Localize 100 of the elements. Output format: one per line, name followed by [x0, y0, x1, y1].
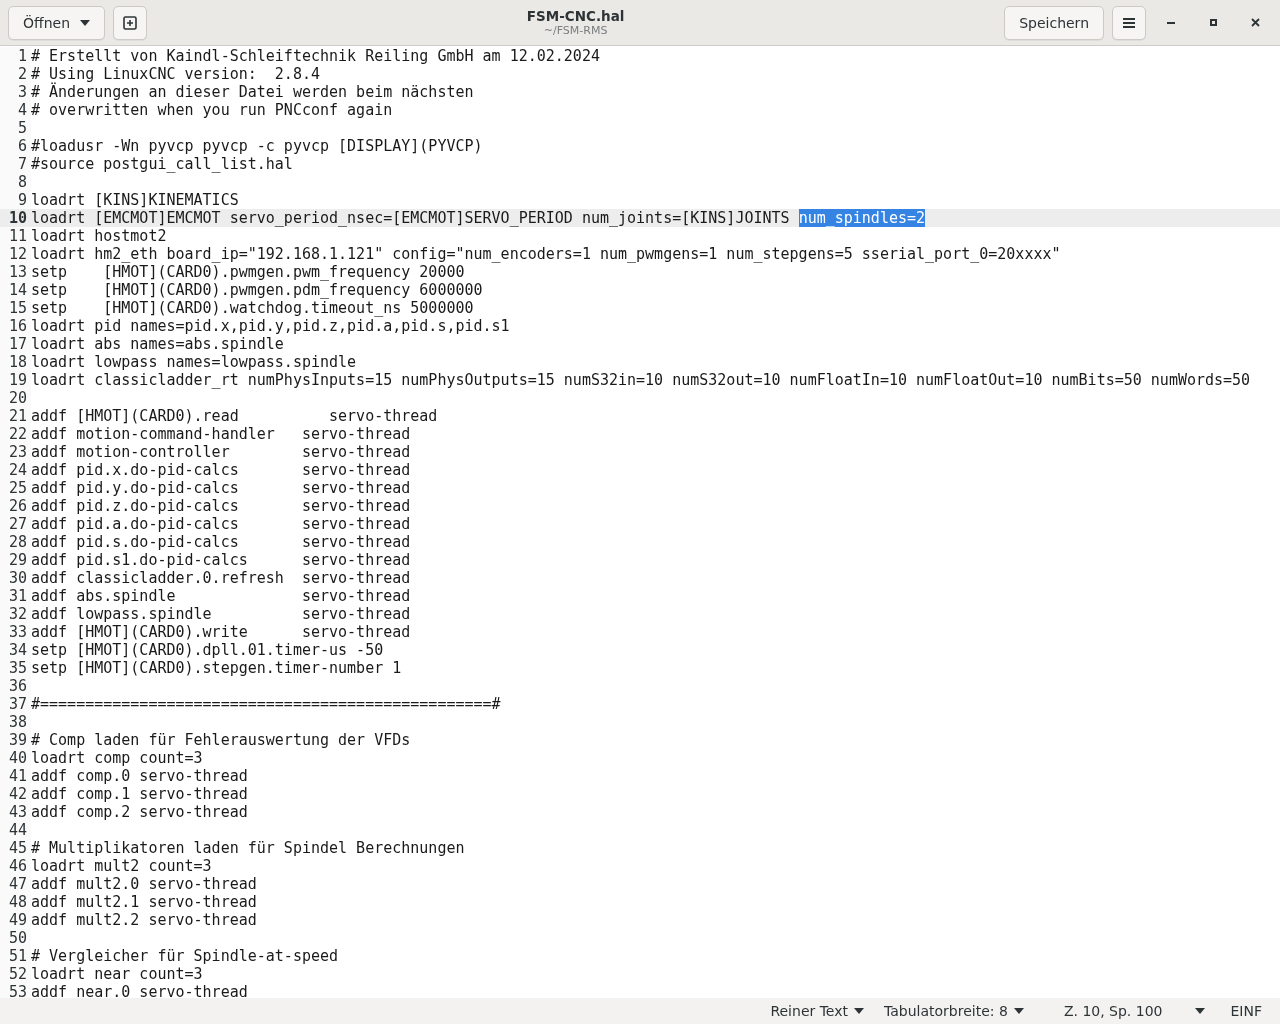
- line-number: 42: [0, 785, 31, 803]
- code-text: addf pid.s1.do-pid-calcs servo-thread: [31, 551, 411, 569]
- code-text: addf pid.x.do-pid-calcs servo-thread: [31, 461, 411, 479]
- line-number: 24: [0, 461, 31, 479]
- save-button[interactable]: Speichern: [1004, 5, 1104, 40]
- line-number: 22: [0, 425, 31, 443]
- line-number: 21: [0, 407, 31, 425]
- line-number: 20: [0, 389, 31, 407]
- code-text: loadrt comp count=3: [31, 749, 203, 767]
- file-path: ~/FSM-RMS: [543, 24, 608, 37]
- line-number: 30: [0, 569, 31, 587]
- window-title: FSM-CNC.hal: [526, 8, 625, 24]
- line-number: 27: [0, 515, 31, 533]
- line-number: 4: [0, 101, 31, 119]
- code-text: addf motion-controller servo-thread: [31, 443, 411, 461]
- line-number: 35: [0, 659, 31, 677]
- line-number: 6: [0, 137, 31, 155]
- code-text: #source postgui_call_list.hal: [31, 155, 293, 173]
- code-text: addf mult2.0 servo-thread: [31, 875, 257, 893]
- line-number: 1: [0, 47, 31, 65]
- code-text: loadrt hm2_eth board_ip="192.168.1.121" config="num_encoders=1 num_pwmgens=1 num_stepgens=5 sserial_port_0=20xxxx": [31, 245, 1061, 263]
- line-number: 9: [0, 191, 31, 209]
- code-text: # Comp laden für Fehlerauswertung der VFDs: [31, 731, 411, 749]
- caret-icon: [1194, 1008, 1205, 1014]
- code-text: addf lowpass.spindle servo-thread: [31, 605, 411, 623]
- line-number: 37: [0, 695, 31, 713]
- code-text: # Änderungen an dieser Datei werden beim nächsten: [31, 83, 474, 101]
- line-number: 12: [0, 245, 31, 263]
- line-number: 25: [0, 479, 31, 497]
- line-number: 17: [0, 335, 31, 353]
- code-text: loadrt mult2 count=3: [31, 857, 212, 875]
- code-text: # Erstellt von Kaindl-Schleiftechnik Reiling GmbH am 12.02.2024: [31, 47, 600, 65]
- code-text: addf pid.a.do-pid-calcs servo-thread: [31, 515, 411, 533]
- line-number: 41: [0, 767, 31, 785]
- code-text: setp [HMOT](CARD0).watchdog.timeout_ns 5000000: [31, 299, 474, 317]
- code-text: setp [HMOT](CARD0).pwmgen.pdm_frequency 6000000: [31, 281, 483, 299]
- code-text: addf comp.0 servo-thread: [31, 767, 248, 785]
- code-text: addf [HMOT](CARD0).read servo-thread: [31, 407, 438, 425]
- code-text: # Using LinuxCNC version: 2.8.4: [31, 65, 320, 83]
- code-text: #==================================================#: [31, 695, 501, 713]
- caret-icon: [1013, 1008, 1024, 1014]
- code-text: loadrt hostmot2: [31, 227, 167, 245]
- line-number: 10: [7, 209, 28, 227]
- line-number: 51: [0, 947, 31, 965]
- line-number: 18: [0, 353, 31, 371]
- line-number: 44: [0, 821, 31, 839]
- line-number: 33: [0, 623, 31, 641]
- code-text: # overwritten when you run PNCconf again: [31, 101, 393, 119]
- line-number: 49: [0, 911, 31, 929]
- code-text: addf comp.1 servo-thread: [31, 785, 248, 803]
- line-number: 2: [0, 65, 31, 83]
- line-number: 31: [0, 587, 31, 605]
- code-text: setp [HMOT](CARD0).pwmgen.pwm_frequency 20000: [31, 263, 465, 281]
- menu-button[interactable]: [1112, 5, 1146, 40]
- line-number: 29: [0, 551, 31, 569]
- line-number: 23: [0, 443, 31, 461]
- line-number: 38: [0, 713, 31, 731]
- line-number: 43: [0, 803, 31, 821]
- line-number: 45: [0, 839, 31, 857]
- maximize-icon: [1209, 19, 1217, 26]
- code-text: loadrt [EMCMOT]EMCMOT servo_period_nsec=[EMCMOT]SERVO_PERIOD num_joints=[KINS]JOINTS: [31, 209, 791, 227]
- tab-width-dropdown[interactable]: Tabulatorbreite: 8: [882, 1003, 1026, 1019]
- code-text: loadrt classicladder_rt numPhysInputs=15 numPhysOutputs=15 numS32in=10 numS32out=10 numFloatIn=10 numFloatOut=10 numBits=50 numWords=50: [31, 371, 1251, 389]
- code-text: #loadusr -Wn pyvcp pyvcp -c pyvcp [DISPLAY](PYVCP): [31, 137, 483, 155]
- code-text: addf mult2.2 servo-thread: [31, 911, 257, 929]
- line-number: 34: [0, 641, 31, 659]
- selected-text: num_spindles=2: [798, 209, 926, 227]
- code-text: addf mult2.1 servo-thread: [31, 893, 257, 911]
- syntax-dropdown[interactable]: Reiner Text: [768, 1003, 866, 1019]
- cursor-position-dropdown[interactable]: Z. 10, Sp. 100: [1061, 1003, 1207, 1019]
- code-text: addf pid.y.do-pid-calcs servo-thread: [31, 479, 411, 497]
- line-number: 19: [0, 371, 31, 389]
- new-document-icon: [123, 15, 138, 30]
- code-text: loadrt [KINS]KINEMATICS: [31, 191, 239, 209]
- line-number: 48: [0, 893, 31, 911]
- line-number: 14: [0, 281, 31, 299]
- code-text: loadrt near count=3: [31, 965, 203, 983]
- code-text: addf pid.z.do-pid-calcs servo-thread: [31, 497, 411, 515]
- line-number: 8: [0, 173, 31, 191]
- line-number: 39: [0, 731, 31, 749]
- caret-icon: [854, 1008, 864, 1014]
- line-number: 26: [0, 497, 31, 515]
- code-text: addf near.0 servo-thread: [31, 983, 248, 998]
- minimize-icon: [1167, 21, 1175, 24]
- line-number: 36: [0, 677, 31, 695]
- line-number: 5: [0, 119, 31, 137]
- line-number: 46: [0, 857, 31, 875]
- line-number: 3: [0, 83, 31, 101]
- code-text: addf comp.2 servo-thread: [31, 803, 248, 821]
- code-text: # Vergleicher für Spindle-at-speed: [31, 947, 339, 965]
- line-number: 50: [0, 929, 31, 947]
- open-button[interactable]: Öffnen: [8, 5, 106, 40]
- line-number: 40: [0, 749, 31, 767]
- line-number: 13: [0, 263, 31, 281]
- line-number: 53: [0, 983, 31, 998]
- line-number: 47: [0, 875, 31, 893]
- line-number: 28: [0, 533, 31, 551]
- code-text: addf [HMOT](CARD0).write servo-thread: [31, 623, 411, 641]
- new-tab-button[interactable]: [113, 5, 148, 40]
- code-text: loadrt pid names=pid.x,pid.y,pid.z,pid.a,pid.s,pid.s1: [31, 317, 510, 335]
